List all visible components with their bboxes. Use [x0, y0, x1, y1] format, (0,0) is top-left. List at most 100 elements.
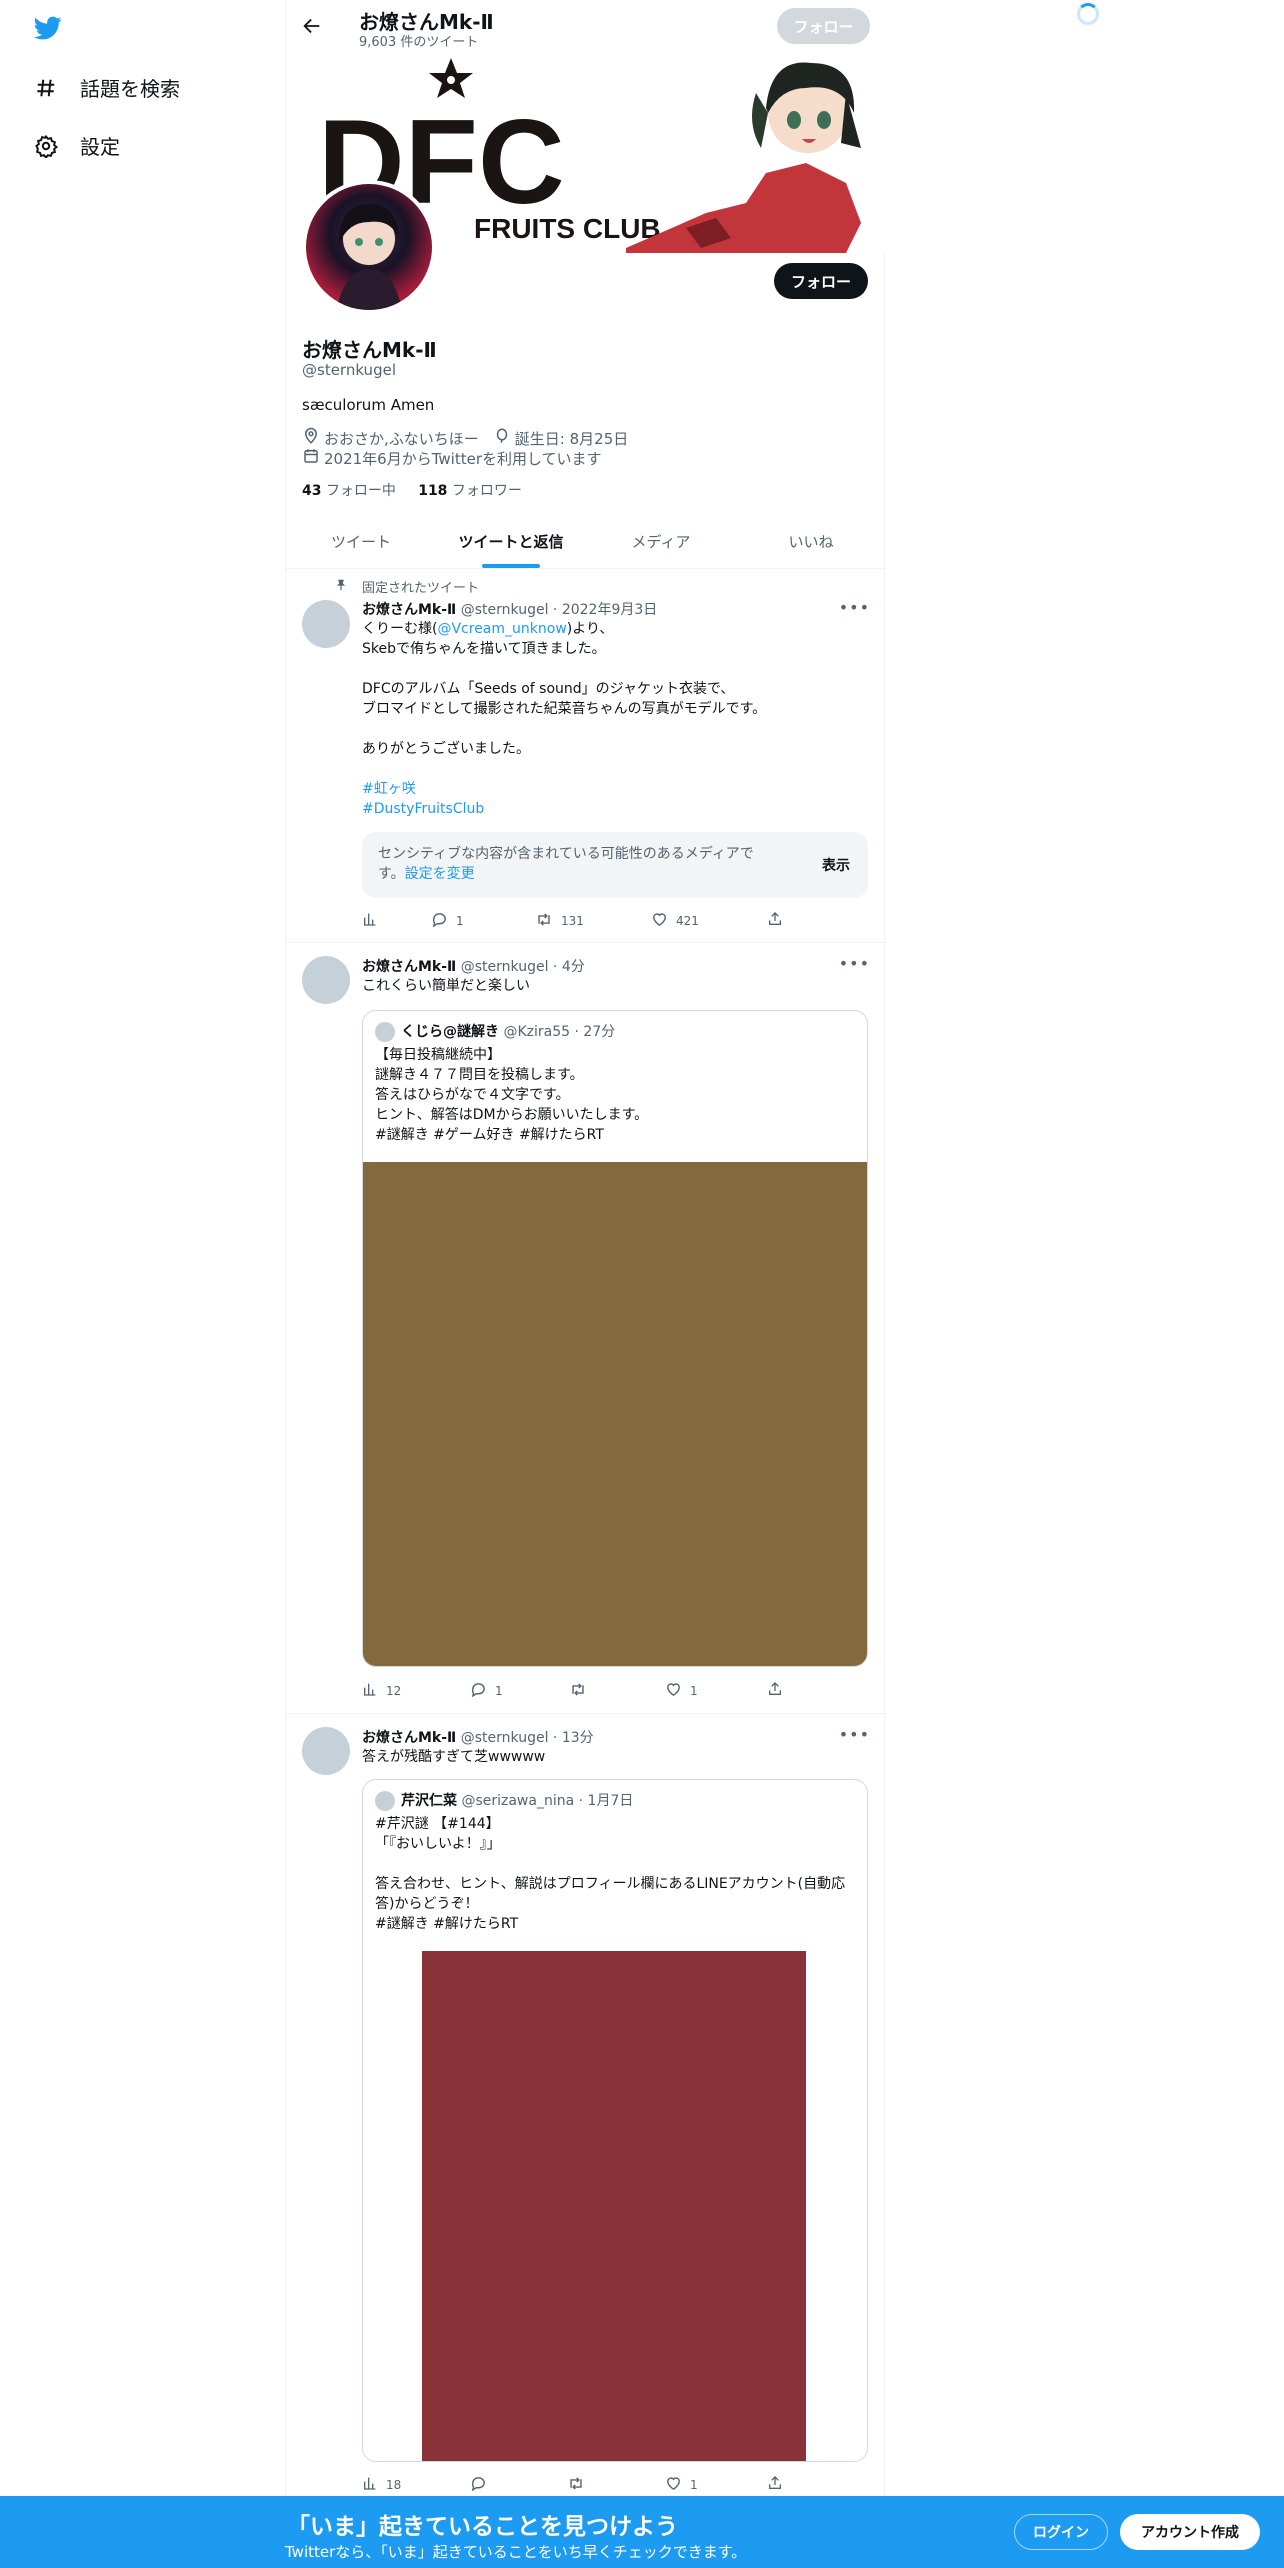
- avatar[interactable]: [302, 600, 350, 648]
- tweet-header: お燎さんMk-Ⅱ @sternkugel · 2022年9月3日: [362, 602, 658, 618]
- tweet-actions: 18 1: [362, 2475, 812, 2495]
- back-arrow-icon[interactable]: [301, 15, 325, 39]
- share-button[interactable]: [767, 2475, 791, 2494]
- gear-icon: [34, 134, 58, 158]
- header-follow-button[interactable]: フォロー: [777, 8, 870, 44]
- tweet-count: 9,603 件のツイート: [359, 35, 479, 50]
- tweet[interactable]: お燎さんMk-Ⅱ @sternkugel · 13分 ••• 答えが残酷すぎて芝…: [286, 1713, 886, 2496]
- sidebar-item-explore[interactable]: 話題を検索: [34, 73, 180, 102]
- signup-banner-subtitle: Twitterなら、「いま」起きていることをいち早くチェックできます。: [285, 2543, 747, 2561]
- heart-icon: [665, 2475, 690, 2495]
- profile-avatar[interactable]: [302, 180, 436, 314]
- avatar: [375, 1022, 395, 1042]
- profile-location: おおさか,ふないちほー: [324, 429, 479, 448]
- main-column: お燎さんMk-Ⅱ 9,603 件のツイート フォロー DFC FRUITS CL…: [285, 0, 886, 2568]
- profile-header-bar: お燎さんMk-Ⅱ 9,603 件のツイート フォロー: [286, 0, 886, 53]
- follow-button[interactable]: フォロー: [774, 263, 868, 299]
- loading-spinner-icon: [1077, 3, 1099, 25]
- calendar-icon: [302, 447, 324, 469]
- tab-tweets[interactable]: ツイート: [286, 515, 436, 568]
- heart-icon: [665, 1681, 690, 1701]
- avatar[interactable]: [302, 1727, 350, 1775]
- pinned-indicator: 固定されたツイート: [334, 577, 479, 596]
- change-settings-link[interactable]: 設定を変更: [405, 866, 475, 882]
- profile-joined-row: 2021年6月からTwitterを利用しています: [302, 447, 602, 469]
- tweet-time[interactable]: 2022年9月3日: [562, 602, 657, 618]
- hashtag-link[interactable]: #DustyFruitsClub: [362, 801, 484, 817]
- sidebar-item-label: 設定: [80, 135, 120, 159]
- follow-stats: 43 フォロー中 118 フォロワー: [302, 480, 522, 500]
- like-button[interactable]: 1: [665, 2475, 698, 2495]
- signup-banner: 「いま」起きていることを見つけよう Twitterなら、「いま」起きていることを…: [0, 2496, 1284, 2568]
- more-options-icon[interactable]: •••: [839, 1725, 870, 1744]
- reply-button[interactable]: 1: [470, 1681, 503, 1701]
- tweet-text: くりーむ様(@Vcream_unknow)より、 Skebで侑ちゃんを描いて頂き…: [362, 621, 767, 817]
- quote-text: 【毎日投稿継続中】 謎解き４７７問目を投稿します。 答えはひらがなで４文字です。…: [375, 1047, 649, 1143]
- share-icon: [767, 1681, 791, 1700]
- tweet-time[interactable]: 13分: [562, 1730, 594, 1746]
- sidebar-item-label: 話題を検索: [80, 77, 180, 101]
- share-button[interactable]: [767, 911, 791, 930]
- tweet-time[interactable]: 4分: [562, 959, 585, 975]
- more-options-icon[interactable]: •••: [839, 598, 870, 617]
- retweet-button[interactable]: [567, 2475, 593, 2495]
- tab-tweets-and-replies[interactable]: ツイートと返信: [436, 515, 586, 568]
- retweet-button[interactable]: [569, 1681, 595, 1701]
- like-button[interactable]: 1: [665, 1681, 698, 1701]
- followers-link[interactable]: 118 フォロワー: [418, 483, 522, 499]
- profile-joined: 2021年6月からTwitterを利用しています: [324, 449, 602, 468]
- tweet-author-handle[interactable]: @sternkugel: [461, 959, 549, 975]
- tweet-pinned[interactable]: 固定されたツイート お燎さんMk-Ⅱ @sternkugel · 2022年9月…: [286, 568, 886, 943]
- avatar[interactable]: [302, 956, 350, 1004]
- quoted-tweet[interactable]: くじら@謎解き @Kzira55 · 27分 【毎日投稿継続中】 謎解き４７７問…: [362, 1010, 868, 1667]
- quote-media-image[interactable]: [422, 1951, 806, 2461]
- tweet-author-name[interactable]: お燎さんMk-Ⅱ: [362, 1730, 456, 1746]
- profile-bio: sæculorum Amen: [302, 396, 435, 414]
- quote-header: くじら@謎解き @Kzira55 · 27分: [401, 1024, 616, 1040]
- quote-header: 芹沢仁菜 @serizawa_nina · 1月7日: [401, 1793, 634, 1809]
- tab-media[interactable]: メディア: [586, 515, 736, 568]
- twitter-bird-icon[interactable]: [31, 14, 65, 42]
- tweet-author-name[interactable]: お燎さんMk-Ⅱ: [362, 602, 456, 618]
- quote-media-image[interactable]: [363, 1162, 867, 1666]
- hashtag-icon: [34, 76, 58, 100]
- views-button[interactable]: [362, 911, 386, 930]
- mention-link[interactable]: @Vcream_unknow: [437, 621, 566, 637]
- sidebar-item-settings[interactable]: 設定: [34, 131, 120, 160]
- balloon-icon: [493, 427, 515, 449]
- tweet[interactable]: お燎さんMk-Ⅱ @sternkugel · 4分 ••• これくらい簡単だと楽…: [286, 942, 886, 1714]
- share-button[interactable]: [767, 1681, 791, 1700]
- reply-button[interactable]: [470, 2475, 495, 2495]
- tweet-header: お燎さんMk-Ⅱ @sternkugel · 13分: [362, 1730, 594, 1746]
- signup-button[interactable]: アカウント作成: [1120, 2514, 1260, 2550]
- share-icon: [767, 2475, 791, 2494]
- hashtag-link[interactable]: #虹ヶ咲: [362, 781, 416, 797]
- following-link[interactable]: 43 フォロー中: [302, 483, 396, 499]
- retweet-icon: [567, 2475, 593, 2495]
- tab-likes[interactable]: いいね: [736, 515, 886, 568]
- quote-text: #芹沢謎 【#144】 「『おいしいよ！』」 答え合わせ、ヒント、解説はプロフィ…: [375, 1816, 846, 1932]
- tweet-author-handle[interactable]: @sternkugel: [461, 602, 549, 618]
- reply-button[interactable]: 1: [431, 911, 464, 931]
- retweet-icon: [569, 1681, 595, 1701]
- quoted-tweet[interactable]: 芹沢仁菜 @serizawa_nina · 1月7日 #芹沢謎 【#144】 「…: [362, 1779, 868, 2462]
- retweet-button[interactable]: 131: [535, 911, 584, 931]
- reply-icon: [470, 2475, 495, 2495]
- more-options-icon[interactable]: •••: [839, 954, 870, 973]
- views-button[interactable]: 12: [362, 1681, 401, 1700]
- pin-icon: [334, 578, 348, 596]
- tweet-actions: 1 131 421: [362, 911, 812, 931]
- like-button[interactable]: 421: [651, 911, 699, 931]
- sidebar: 話題を検索 設定: [0, 0, 285, 2568]
- avatar: [375, 1791, 395, 1811]
- tweet-author-handle[interactable]: @sternkugel: [461, 1730, 549, 1746]
- tweet-author-name[interactable]: お燎さんMk-Ⅱ: [362, 959, 456, 975]
- analytics-icon: [362, 911, 386, 930]
- views-button[interactable]: 18: [362, 2475, 401, 2494]
- login-button[interactable]: ログイン: [1014, 2514, 1108, 2550]
- retweet-icon: [535, 911, 561, 931]
- banner-logo-subtext: FRUITS CLUB: [474, 213, 661, 244]
- tweet-text: これくらい簡単だと楽しい: [362, 978, 530, 994]
- profile-birthday: 誕生日: 8月25日: [514, 429, 629, 448]
- show-media-button[interactable]: 表示: [822, 855, 850, 875]
